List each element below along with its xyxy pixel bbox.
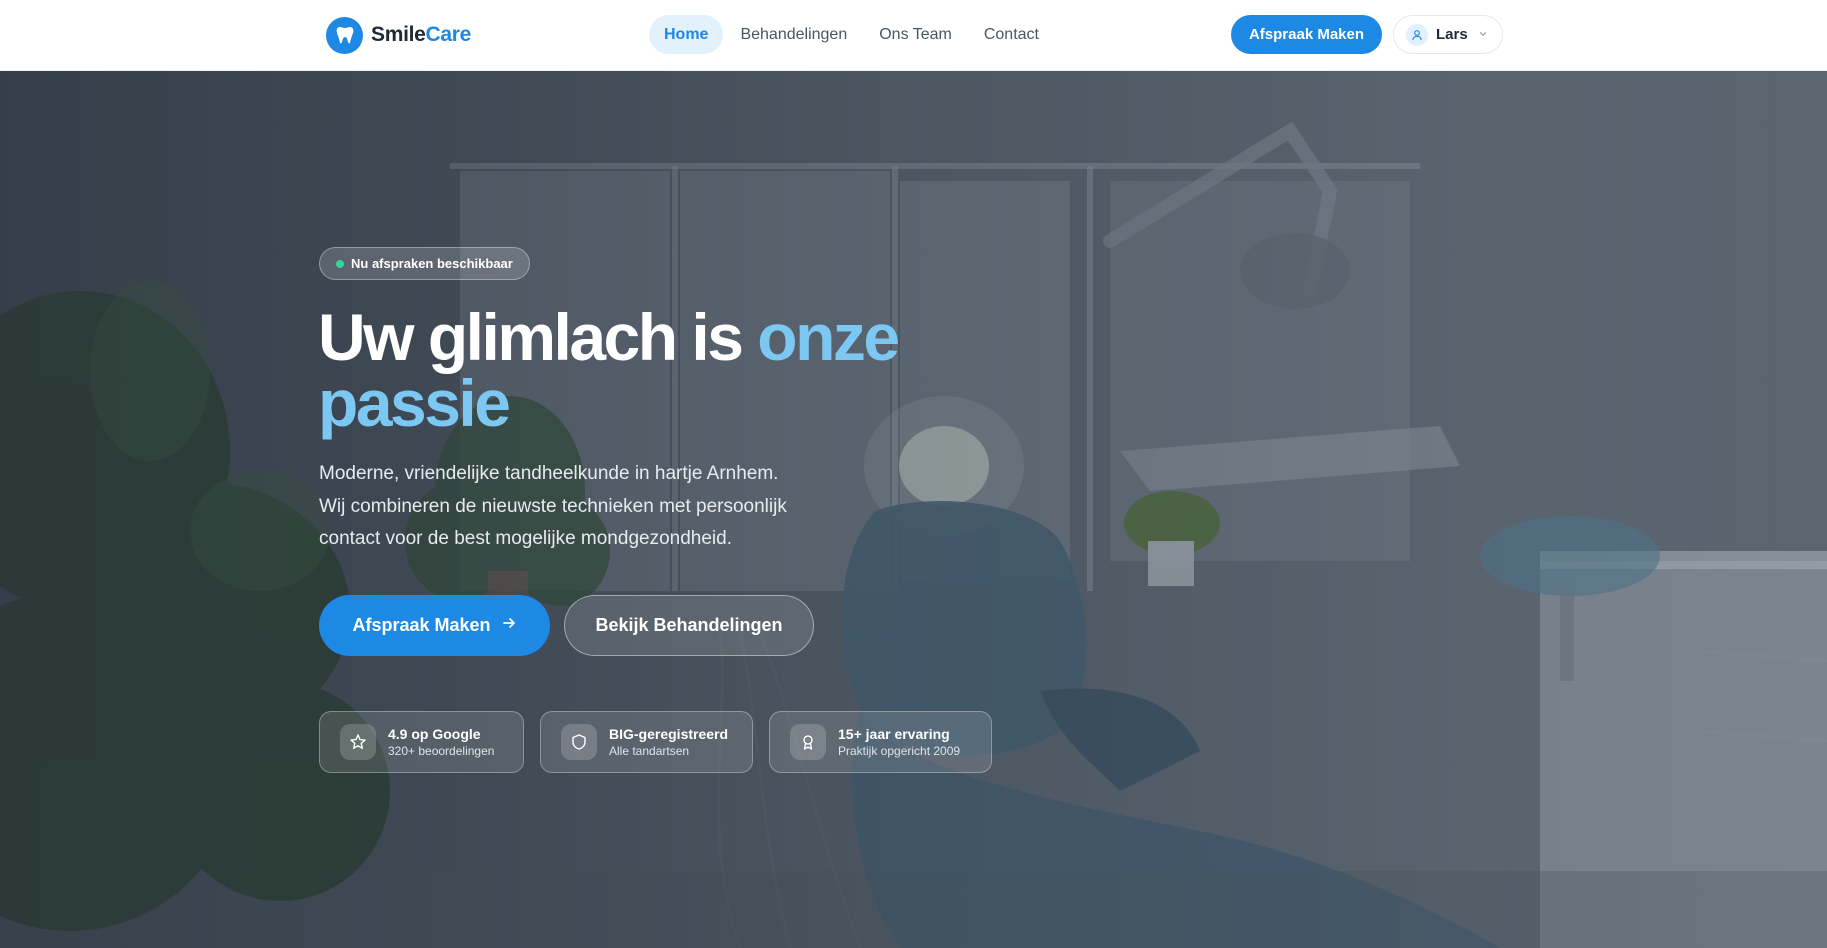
user-menu[interactable]: Lars <box>1393 15 1503 54</box>
nav-link-ons-team[interactable]: Ons Team <box>864 15 967 54</box>
status-dot <box>336 259 344 268</box>
main-nav: Home Behandelingen Ons Team Contact <box>649 15 1054 54</box>
hero-headline: Uw glimlach is onze passie <box>318 304 958 436</box>
hero-overlay <box>0 71 1827 948</box>
nav-appointment-button[interactable]: Afspraak Maken <box>1231 15 1382 54</box>
hero-lead-line-3: contact voor de best mogelijke mondgezon… <box>319 528 732 549</box>
stat-subtitle: 320+ beoordelingen <box>388 744 495 758</box>
brand-name: SmileCare <box>371 23 471 47</box>
view-treatments-button-label: Bekijk Behandelingen <box>595 615 783 635</box>
arrow-right-icon <box>501 615 517 636</box>
tooth-icon <box>326 16 363 54</box>
stat-card-experience: 15+ jaar ervaring Praktijk opgericht 200… <box>769 711 992 773</box>
view-treatments-button[interactable]: Bekijk Behandelingen <box>564 595 814 656</box>
hero-lead: Moderne, vriendelijke tandheelkunde in h… <box>319 458 879 556</box>
user-icon <box>1406 23 1428 46</box>
hero-section: Nu afspraken beschikbaar Uw glimlach is … <box>0 71 1827 948</box>
stat-title: BIG-geregistreerd <box>609 726 729 742</box>
stat-title: 4.9 op Google <box>388 726 481 742</box>
stat-subtitle: Praktijk opgericht 2009 <box>838 744 961 758</box>
hero-lead-line-2: Wij combineren de nieuwste technieken me… <box>319 495 787 517</box>
brand-name-part2: Care <box>425 23 472 46</box>
hero-headline-text: Uw glimlach is <box>318 300 758 374</box>
nav-link-home[interactable]: Home <box>649 15 724 54</box>
availability-badge-text: Nu afspraken beschikbaar <box>351 256 513 271</box>
brand-logo[interactable]: SmileCare <box>326 16 471 54</box>
stat-subtitle: Alle tandartsen <box>609 744 690 758</box>
nav-link-contact[interactable]: Contact <box>969 15 1054 54</box>
award-icon <box>790 724 826 760</box>
stat-title: 15+ jaar ervaring <box>838 726 950 742</box>
availability-badge: Nu afspraken beschikbaar <box>319 247 530 280</box>
make-appointment-button[interactable]: Afspraak Maken <box>319 595 550 656</box>
hero-lead-line-1: Moderne, vriendelijke tandheelkunde in h… <box>319 463 779 484</box>
brand-name-part1: Smile <box>371 23 426 46</box>
make-appointment-button-label: Afspraak Maken <box>352 615 491 635</box>
stat-card-google-rating: 4.9 op Google 320+ beoordelingen <box>319 711 524 773</box>
nav-link-behandelingen[interactable]: Behandelingen <box>725 15 862 54</box>
user-name: Lars <box>1436 26 1468 43</box>
stat-card-big-registered: BIG-geregistreerd Alle tandartsen <box>540 711 753 773</box>
star-icon <box>340 724 376 760</box>
chevron-down-icon <box>1478 26 1488 44</box>
shield-icon <box>561 724 597 760</box>
navbar: SmileCare Home Behandelingen Ons Team Co… <box>0 0 1827 71</box>
